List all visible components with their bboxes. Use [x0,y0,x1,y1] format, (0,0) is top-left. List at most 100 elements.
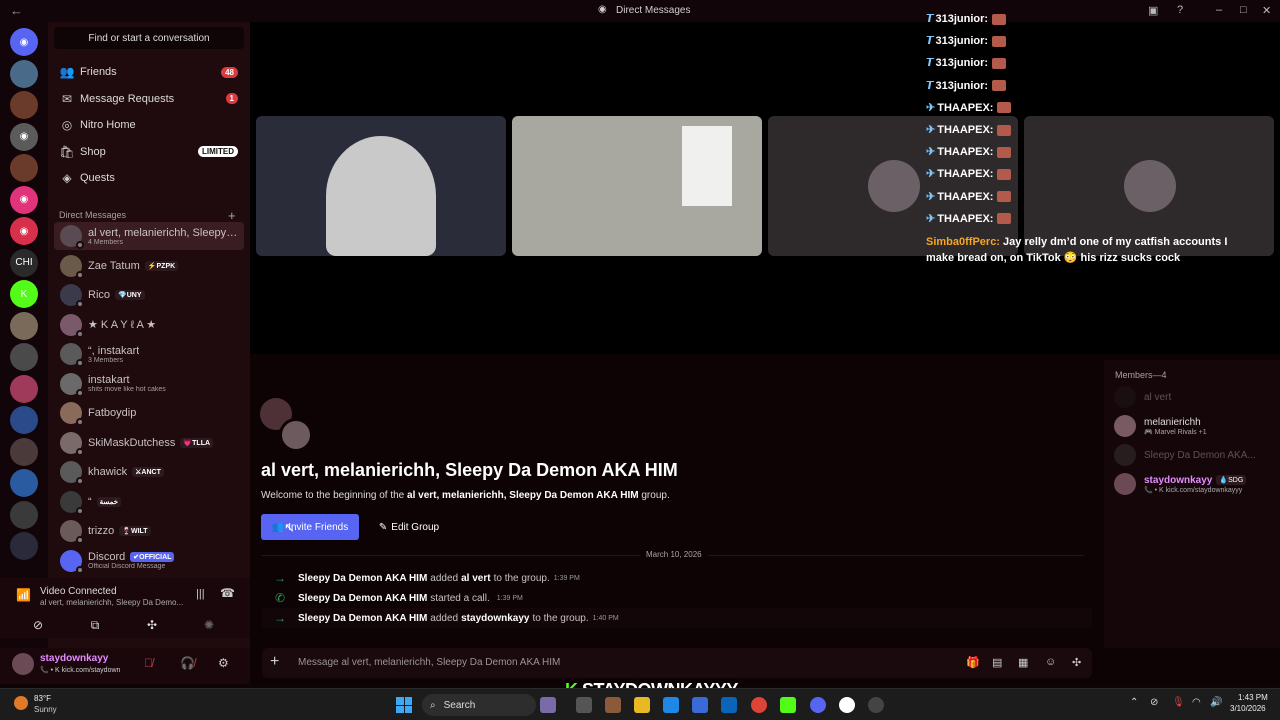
dm-item[interactable]: khawick ⚔ANCT [54,458,244,486]
clock-time[interactable]: 1:43 PM [1238,693,1268,702]
noise-suppression-icon[interactable]: ||| [196,588,205,600]
message-actor[interactable]: Sleepy Da Demon AKA HIM [298,613,427,624]
tray-chevron-icon[interactable]: ⌃ [1130,697,1138,708]
chrome-icon[interactable] [751,697,767,713]
nav-item-friends[interactable]: 👥 Friends 48 [54,60,244,84]
edge-icon[interactable] [663,697,679,713]
voice-channel-name[interactable]: al vert, melanierichh, Sleepy Da Demo... [40,598,183,607]
member-item[interactable]: Sleepy Da Demon AKA... [1114,442,1274,468]
file-explorer-icon[interactable] [634,697,650,713]
nav-item-quests[interactable]: ◈ Quests [54,166,244,190]
task-view-icon[interactable] [576,697,592,713]
app-icon-2[interactable] [868,697,884,713]
maximize-icon[interactable]: □ [1240,4,1247,16]
member-item[interactable]: staydownkayy 💧SDG 📞 • K kick.com/staydownk… [1114,471,1274,497]
gif-icon[interactable]: ▤ [992,656,1002,669]
back-arrow-icon[interactable]: ← [10,3,23,18]
message-actor[interactable]: Sleepy Da Demon AKA HIM [298,573,427,584]
obs-icon[interactable] [839,697,855,713]
server-icon[interactable] [10,374,38,403]
minimize-icon[interactable]: – [1216,4,1222,16]
outlook-icon[interactable] [721,697,737,713]
tray-network-off-icon[interactable]: ⊘ [1150,697,1158,708]
message-target[interactable]: staydownkayy [461,613,529,624]
server-icon[interactable] [10,532,38,560]
server-icon[interactable] [10,311,38,340]
dm-item[interactable]: “, instakart 3 Members [54,340,244,368]
help-icon[interactable]: ? [1177,4,1183,16]
copilot-icon[interactable] [540,697,556,713]
clock-date[interactable]: 3/10/2026 [1230,704,1266,713]
dm-item[interactable]: ★ K A Y ℓ A ★ [54,311,244,339]
nav-item-shop[interactable]: 🛍 Shop LIMITED [54,140,244,164]
member-item[interactable]: al vert [1114,384,1274,410]
message-composer[interactable]: + Message al vert, melanierichh, Sleepy … [262,648,1092,678]
dm-item[interactable]: Fatboydip [54,399,244,427]
user-name[interactable]: staydownkayy [40,653,108,664]
server-icon[interactable] [10,91,38,119]
weather-sun-icon[interactable] [14,696,28,710]
invite-friends-button[interactable]: 👥 Invite Friends [261,514,359,540]
discord-app-icon[interactable] [810,697,826,713]
video-tile[interactable] [512,116,762,256]
gift-icon[interactable]: 🎁 [966,656,980,669]
message-target[interactable]: al vert [461,573,490,584]
disconnect-icon[interactable]: ☎ [220,586,235,600]
weather-temp[interactable]: 83°F [34,694,51,703]
dm-item[interactable]: SkiMaskDutchess 💗TLLA [54,429,244,457]
sticker-icon[interactable]: ▦ [1018,656,1028,669]
close-icon[interactable]: ✕ [1262,4,1271,17]
server-icon[interactable] [10,154,38,182]
server-icon[interactable]: CHI [10,248,38,277]
weather-condition[interactable]: Sunny [34,705,57,714]
taskbar-search[interactable]: ⌕ Search [422,694,536,716]
tray-wifi-icon[interactable]: ◠ [1192,697,1201,708]
dm-item[interactable]: Zae Tatum ⚡PZPK [54,252,244,280]
attach-plus-icon[interactable]: + [270,653,279,671]
emoji-icon[interactable]: ☺ [1045,656,1056,668]
nav-item-nitro-home[interactable]: ◎ Nitro Home [54,113,244,137]
server-icon[interactable]: ◉ [10,185,38,214]
server-icon[interactable] [10,406,38,434]
mic-muted-icon[interactable]: 🎙̸ [144,656,153,670]
video-tile[interactable] [256,116,506,256]
server-icon[interactable] [10,343,38,371]
dm-item[interactable]: al vert, melanierichh, Sleepy D... 4 Memb… [54,222,244,250]
inbox-icon[interactable]: ▣ [1148,4,1158,17]
server-icon[interactable] [10,437,38,466]
server-icon[interactable] [10,59,38,88]
dm-item[interactable]: Rico 💎UNY [54,281,244,309]
activities-button[interactable]: ✣ [132,616,172,634]
user-avatar[interactable] [12,653,34,675]
member-item[interactable]: melanierichh 🎮 Marvel Rivals +1 [1114,413,1274,439]
dm-item[interactable]: instakart shits move like hot cakes [54,370,244,398]
windows-start-icon[interactable] [396,697,412,713]
tray-volume-icon[interactable]: 🔊 [1210,697,1222,708]
kick-app-icon[interactable] [780,697,796,713]
server-icon[interactable]: ◉ [10,122,38,151]
dm-item[interactable]: “ خمسة [54,488,244,516]
edit-group-button[interactable]: ✎ Edit Group [372,514,446,540]
settings-gear-icon[interactable]: ⚙ [218,656,229,670]
dm-item[interactable]: Discord ✔OFFICIAL Official Discord Message [54,547,244,575]
dm-item[interactable]: trizzo 🍷WILT [54,517,244,545]
screen-share-button[interactable]: ⧉ [75,616,115,634]
server-icon[interactable]: K [10,280,38,308]
soundboard-button[interactable]: ✺ [189,616,229,634]
server-icon[interactable]: ◉ [10,217,38,245]
voice-status[interactable]: Video Connected [40,586,117,597]
app-icon-1[interactable] [605,697,621,713]
apps-icon[interactable]: ✣ [1072,656,1081,669]
nav-item-message-requests[interactable]: ✉ Message Requests 1 [54,87,244,111]
find-conversation-input[interactable]: Find or start a conversation [54,27,244,49]
message-actor[interactable]: Sleepy Da Demon AKA HIM [298,593,427,604]
tray-mic-icon[interactable]: 🎙 [1172,697,1185,708]
message-input[interactable]: Message al vert, melanierichh, Sleepy Da… [298,657,560,668]
video-toggle-button[interactable]: ⊘ [18,616,58,634]
deafen-icon[interactable]: 🎧̸ [180,656,195,670]
server-icon[interactable]: ◉ [10,28,38,56]
create-dm-icon[interactable]: + [228,208,236,223]
server-icon[interactable] [10,500,38,529]
store-icon[interactable] [692,697,708,713]
server-icon[interactable] [10,469,38,497]
